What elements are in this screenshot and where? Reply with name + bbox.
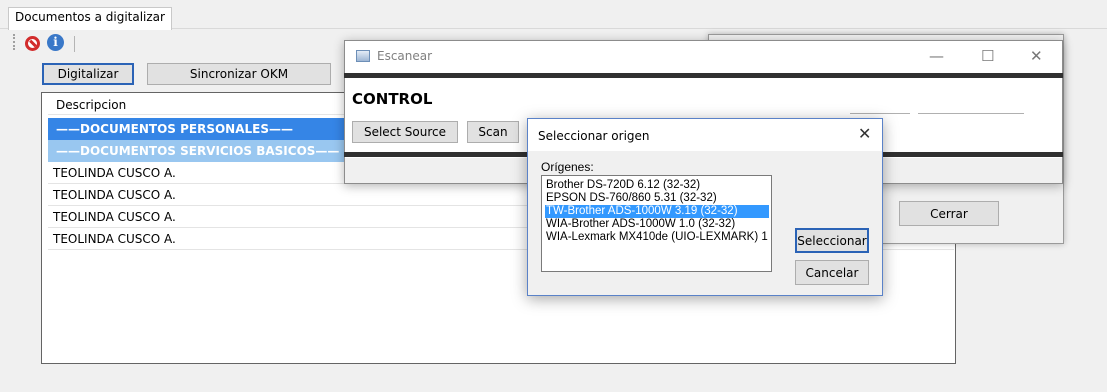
seleccionar-button[interactable]: Seleccionar: [795, 228, 869, 253]
escanear-title: Escanear: [377, 49, 433, 63]
source-item-selected[interactable]: TW-Brother ADS-1000W 3.19 (32-32): [545, 205, 769, 218]
toolbar-separator: [74, 36, 75, 52]
column-header-descripcion[interactable]: Descripcion: [48, 95, 348, 115]
source-item[interactable]: WIA-Lexmark MX410de (UIO-LEXMARK) 1: [545, 231, 768, 244]
source-item[interactable]: EPSON DS-760/860 5.31 (32-32): [545, 192, 717, 205]
source-item[interactable]: Brother DS-720D 6.12 (32-32): [545, 179, 700, 192]
control-label: CONTROL: [352, 90, 433, 108]
sincronizar-okm-button[interactable]: Sincronizar OKM: [147, 63, 331, 85]
toolbar-divider: [344, 73, 1063, 78]
origenes-label: Orígenes:: [541, 160, 594, 174]
scanner-app-icon: [356, 50, 370, 62]
seleccionar-origen-title: Seleccionar origen: [538, 129, 650, 143]
minimize-icon[interactable]: —: [929, 47, 944, 65]
escanear-title-bar[interactable]: [345, 41, 1062, 73]
cerrar-button[interactable]: Cerrar: [899, 201, 999, 226]
info-icon[interactable]: i: [47, 34, 64, 51]
sources-list[interactable]: Brother DS-720D 6.12 (32-32) EPSON DS-76…: [541, 175, 772, 272]
digitalizar-button[interactable]: Digitalizar: [42, 63, 134, 85]
block-icon[interactable]: [25, 36, 40, 51]
control-field-line: [918, 113, 1024, 114]
scan-button[interactable]: Scan: [467, 121, 519, 143]
list-item[interactable]: ——DOCUMENTOS PERSONALES——: [48, 118, 348, 140]
list-item[interactable]: ——DOCUMENTOS SERVICIOS BASICOS——: [48, 140, 348, 162]
maximize-icon[interactable]: ☐: [981, 47, 994, 65]
close-icon[interactable]: ✕: [858, 124, 871, 143]
tab-documentos-a-digitalizar[interactable]: Documentos a digitalizar: [8, 7, 172, 30]
source-item[interactable]: WIA-Brother ADS-1000W 1.0 (32-32): [545, 218, 735, 231]
control-field-line: [850, 113, 910, 114]
toolbar-grip: [13, 34, 15, 50]
select-source-button[interactable]: Select Source: [352, 121, 458, 143]
cancelar-button[interactable]: Cancelar: [795, 260, 869, 285]
close-icon[interactable]: ✕: [1030, 47, 1043, 65]
